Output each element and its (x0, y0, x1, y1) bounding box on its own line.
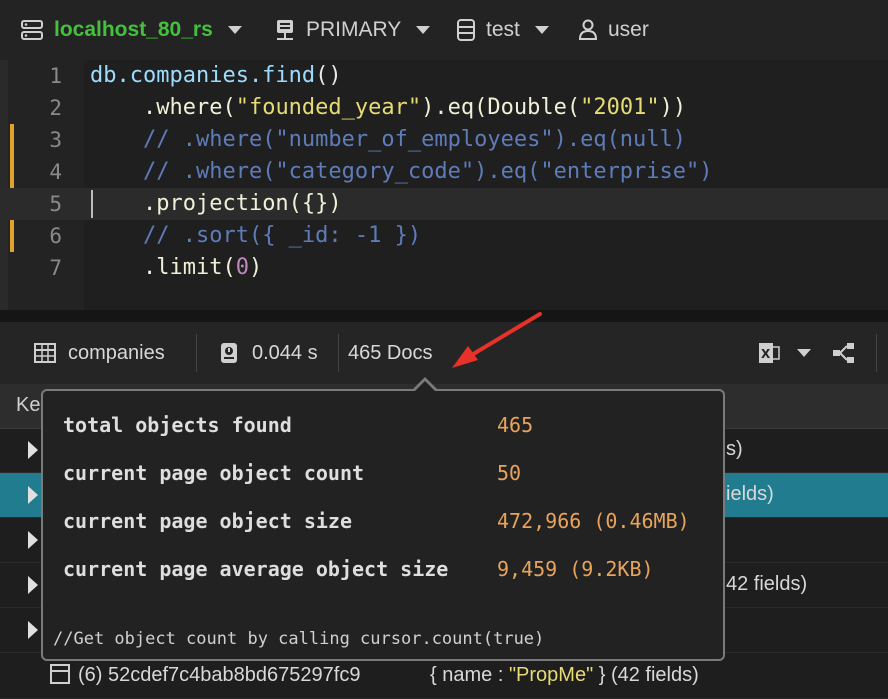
code-comment: // .where("number_of_employees").eq(null… (142, 127, 687, 152)
stat-value: 465 (497, 413, 534, 437)
server-icon (20, 18, 44, 42)
user-name: user (608, 18, 649, 41)
code-token: )) (659, 95, 687, 120)
export-excel-button[interactable]: X (758, 322, 780, 384)
code-line[interactable]: 6 // .sort({ _id: -1 }) (0, 220, 888, 252)
line-number: 1 (49, 64, 62, 88)
query-editor[interactable]: 1 db.companies.find() 2 .where("founded_… (0, 60, 888, 310)
stat-value: 472,966 (0.46MB) (497, 509, 690, 533)
collection-tab[interactable]: companies (34, 322, 165, 384)
code-line[interactable]: 2 .where("founded_year").eq(Double("2001… (0, 92, 888, 124)
results-toolbar: companies 0.044 s 465 Docs X (0, 322, 888, 385)
chevron-down-icon[interactable] (415, 25, 431, 35)
code-token: .where( (142, 95, 236, 120)
docs-count-label: 465 Docs (348, 341, 433, 364)
chevron-down-icon[interactable] (227, 25, 243, 35)
stat-row: current page object count 50 (63, 458, 521, 488)
tooltip-arrow-inner (414, 381, 436, 392)
code-token: ).eq(Double( (421, 95, 581, 120)
svg-text:X: X (761, 347, 771, 361)
line-number: 4 (49, 160, 62, 184)
replica-selector[interactable]: PRIMARY (274, 0, 431, 60)
stat-label: current page object count (63, 461, 365, 485)
tooltip-hint: //Get object count by calling cursor.cou… (53, 629, 545, 649)
line-number: 6 (49, 224, 62, 248)
connection-selector[interactable]: localhost_80_rs (20, 0, 243, 60)
code-line[interactable]: 1 db.companies.find() (0, 60, 888, 92)
stat-label: current page object size (63, 509, 352, 533)
stat-value: 50 (497, 461, 522, 485)
stat-label: current page average object size (63, 557, 449, 581)
chevron-down-icon[interactable] (534, 25, 550, 35)
expand-triangle-icon[interactable] (28, 486, 38, 504)
stat-row: current page average object size 9,459 (… (63, 554, 654, 584)
code-line[interactable]: 4 // .where("category_code").eq("enterpr… (0, 156, 888, 188)
row-value-prefix: { name : (430, 664, 509, 686)
row-key: (6) 52cdef7c4bab8bd675297fc9 (78, 664, 361, 686)
database-name: test (486, 18, 520, 41)
collection-name: companies (68, 341, 165, 364)
stat-value: 9,459 (9.2KB) (497, 557, 654, 581)
docs-count[interactable]: 465 Docs (348, 322, 433, 384)
line-number: 3 (49, 128, 62, 152)
line-number: 2 (49, 96, 62, 120)
expand-triangle-icon[interactable] (28, 441, 38, 459)
code-comment: // .where("category_code").eq("enterpris… (142, 159, 713, 184)
expand-triangle-icon[interactable] (28, 531, 38, 549)
excel-icon: X (758, 342, 780, 364)
code-token: db.companies.find (90, 63, 316, 88)
code-comment: // .sort({ _id: -1 }) (142, 223, 422, 248)
code-token: () (315, 63, 342, 88)
elapsed-value: 0.044 s (252, 341, 318, 364)
row-value: { name : "PropMe" } (42 fields) (430, 664, 699, 687)
connection-bar: localhost_80_rs PRIMARY test user (0, 0, 888, 60)
stat-row: total objects found 465 (63, 410, 533, 440)
row-value-suffix: } (42 fields) (593, 664, 699, 686)
replica-name: PRIMARY (306, 18, 402, 41)
export-menu-chevron[interactable] (796, 322, 812, 384)
row-value: ields) (726, 483, 774, 505)
code-token: .projection({}) (142, 191, 342, 216)
code-line[interactable]: 7 .limit(0) (0, 252, 888, 284)
code-line-active[interactable]: 5 .projection({}) (0, 188, 888, 220)
panel-splitter[interactable] (0, 310, 888, 322)
user-icon (578, 19, 598, 41)
database-icon (456, 18, 476, 42)
row-value: s) (726, 438, 743, 460)
code-number: 0 (235, 255, 249, 280)
connection-name: localhost_80_rs (54, 18, 213, 41)
row-value-string: "PropMe" (508, 664, 594, 686)
share-button[interactable] (832, 322, 856, 384)
docs-stats-tooltip: total objects found 465 current page obj… (41, 377, 725, 661)
code-line[interactable]: 3 // .where("number_of_employees").eq(nu… (0, 124, 888, 156)
line-number: 7 (49, 256, 62, 280)
stat-label: total objects found (63, 413, 292, 437)
code-string: "2001" (580, 95, 660, 120)
toolbar-divider (876, 334, 877, 372)
row-value: 42 fields) (726, 573, 808, 595)
expand-triangle-icon[interactable] (28, 621, 38, 639)
line-number: 5 (49, 192, 62, 216)
share-icon (832, 342, 856, 364)
database-selector[interactable]: test (456, 0, 550, 60)
toolbar-divider (196, 334, 197, 372)
expand-triangle-icon[interactable] (28, 576, 38, 594)
stopwatch-icon (218, 341, 240, 365)
table-icon (34, 343, 56, 363)
code-token: ) (248, 255, 263, 280)
chevron-down-icon (796, 348, 812, 358)
server-node-icon (274, 18, 296, 42)
elapsed-time: 0.044 s (218, 322, 318, 384)
document-icon (50, 664, 70, 684)
toolbar-divider (338, 334, 339, 372)
user-selector[interactable]: user (578, 0, 649, 60)
stat-row: current page object size 472,966 (0.46MB… (63, 506, 690, 536)
code-string: "founded_year" (235, 95, 422, 120)
code-token: .limit( (142, 255, 236, 280)
column-header-key[interactable]: Ke (16, 394, 40, 417)
